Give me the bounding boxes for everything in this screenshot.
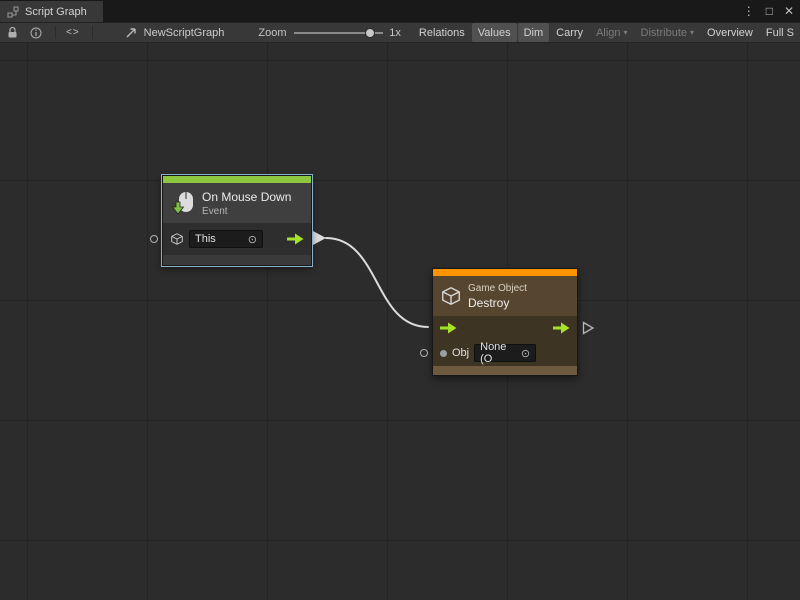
- tab-bar: Script Graph ⋮ □ ✕: [0, 0, 800, 22]
- toolbar-buttons: Relations Values Dim Carry Align▾ Distri…: [413, 23, 800, 42]
- zoom-knob[interactable]: [365, 28, 375, 38]
- info-icon[interactable]: [30, 27, 42, 39]
- node-body: This ⊙: [163, 223, 311, 255]
- window-maximize-icon[interactable]: □: [766, 4, 773, 18]
- game-object-cube-icon: [170, 232, 184, 246]
- connections-layer: [0, 43, 800, 600]
- toolbar-button-dim[interactable]: Dim: [518, 23, 550, 42]
- node-on-mouse-down[interactable]: On Mouse Down Event This ⊙: [162, 175, 312, 266]
- output-connect-hint-icon[interactable]: [582, 321, 595, 340]
- dropdown-arrow-icon: ▾: [690, 28, 694, 37]
- node-title: On Mouse Down: [202, 190, 291, 204]
- toolbar-separator: [92, 26, 93, 39]
- mouse-down-event-icon: [170, 190, 196, 216]
- graph-canvas[interactable]: On Mouse Down Event This ⊙: [0, 43, 800, 600]
- trigger-output-port[interactable]: [287, 233, 304, 245]
- trigger-input-port[interactable]: [440, 322, 457, 334]
- node-header[interactable]: Game Object Destroy: [433, 276, 577, 316]
- node-header[interactable]: On Mouse Down Event: [163, 183, 311, 223]
- tab-title: Script Graph: [25, 6, 87, 18]
- target-field[interactable]: This ⊙: [189, 230, 263, 248]
- dropdown-arrow-icon: ▾: [624, 28, 628, 37]
- connection-start-arrow[interactable]: [313, 231, 326, 245]
- object-picker-icon[interactable]: ⊙: [521, 347, 530, 360]
- script-graph-icon: [7, 6, 19, 18]
- zoom-label: Zoom: [258, 27, 286, 39]
- toolbar-button-distribute[interactable]: Distribute▾: [635, 23, 700, 42]
- object-picker-icon[interactable]: ⊙: [248, 233, 257, 246]
- target-input-port[interactable]: [150, 235, 158, 243]
- object-input-port[interactable]: [420, 349, 428, 357]
- lock-icon[interactable]: [7, 26, 18, 39]
- node-footer: [433, 366, 577, 375]
- port-row: This ⊙: [163, 223, 311, 255]
- node-footer: [163, 255, 311, 265]
- node-title: Destroy: [468, 296, 527, 310]
- node-destroy[interactable]: Game Object Destroy Obj No: [432, 268, 578, 376]
- param-row: Obj None (O ⊙: [433, 340, 577, 366]
- zoom-value: 1x: [389, 27, 401, 39]
- node-accent-strip: [433, 269, 577, 276]
- node-accent-strip: [163, 176, 311, 183]
- node-body: Obj None (O ⊙: [433, 316, 577, 366]
- toolbar-button-overview[interactable]: Overview: [701, 23, 759, 42]
- script-graph-window: Script Graph ⋮ □ ✕ <> NewScriptGraph Zoo…: [0, 0, 800, 600]
- window-close-icon[interactable]: ✕: [784, 4, 794, 18]
- toolbar-button-carry[interactable]: Carry: [550, 23, 589, 42]
- toolbar-separator: [55, 26, 56, 39]
- window-controls: ⋮ □ ✕: [743, 0, 794, 22]
- param-label: Obj: [452, 347, 469, 359]
- node-category: Game Object: [468, 283, 527, 294]
- trigger-output-port[interactable]: [553, 322, 570, 334]
- code-preview-icon[interactable]: <>: [66, 27, 80, 38]
- target-field-value: This: [195, 233, 216, 245]
- window-menu-icon[interactable]: ⋮: [743, 4, 755, 18]
- toolbar-button-values[interactable]: Values: [472, 23, 517, 42]
- zoom-slider[interactable]: [294, 27, 383, 39]
- toolbar-button-align[interactable]: Align▾: [590, 23, 633, 42]
- graph-pointer-icon: [125, 26, 138, 39]
- game-object-cube-icon: [440, 285, 462, 307]
- graph-toolbar: <> NewScriptGraph Zoom 1x Relations Valu…: [0, 22, 800, 43]
- toolbar-button-fullscreen[interactable]: Full S: [760, 23, 800, 42]
- tab-script-graph[interactable]: Script Graph: [0, 1, 103, 22]
- trigger-row: [433, 316, 577, 340]
- value-port-dot[interactable]: [440, 350, 447, 357]
- node-subtitle: Event: [202, 206, 291, 217]
- object-field[interactable]: None (O ⊙: [474, 344, 536, 362]
- graph-name-label[interactable]: NewScriptGraph: [144, 27, 225, 39]
- connection-wire[interactable]: [326, 238, 428, 327]
- object-field-value: None (O: [480, 341, 517, 365]
- toolbar-button-relations[interactable]: Relations: [413, 23, 471, 42]
